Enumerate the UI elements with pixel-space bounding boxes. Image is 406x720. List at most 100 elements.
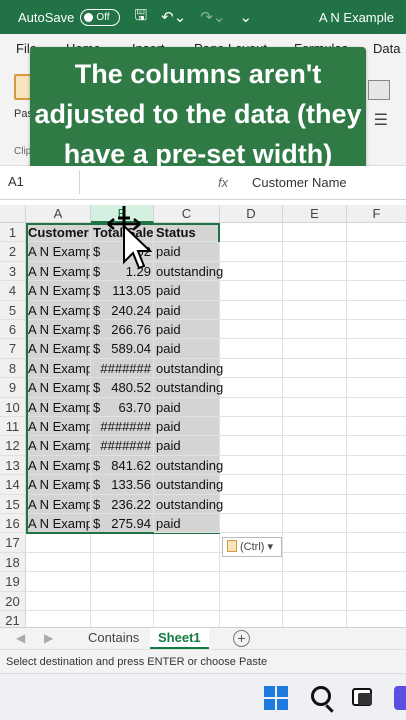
cell[interactable] [283, 514, 347, 534]
customize-icon[interactable]: ⌄ [239, 8, 252, 26]
add-sheet-button[interactable]: + [233, 630, 250, 647]
column-header-d[interactable]: D [220, 205, 283, 223]
task-view-icon[interactable] [352, 688, 372, 706]
row-header[interactable]: 9 [0, 378, 26, 398]
cell[interactable] [347, 339, 406, 359]
cell[interactable] [283, 572, 347, 592]
fx-icon[interactable]: fx [218, 175, 228, 190]
row-header[interactable]: 7 [0, 339, 26, 359]
cell[interactable] [347, 398, 406, 417]
status-cell[interactable]: outstanding [154, 358, 223, 379]
row-header[interactable]: 3 [0, 261, 26, 282]
cell[interactable] [347, 378, 406, 398]
total-sale-cell[interactable]: $113.05 [91, 281, 154, 301]
cell[interactable] [347, 281, 406, 301]
cell[interactable] [91, 552, 154, 573]
customer-cell[interactable]: A N Examp [26, 339, 91, 359]
cell[interactable] [283, 552, 347, 573]
next-sheet-icon[interactable]: ▶ [44, 631, 53, 645]
status-cell[interactable]: paid [154, 339, 220, 359]
row-header[interactable]: 5 [0, 300, 26, 320]
cell[interactable] [91, 572, 154, 592]
cell[interactable] [283, 320, 347, 340]
total-sale-cell[interactable]: $266.76 [91, 320, 154, 340]
row-header[interactable]: 4 [0, 281, 26, 301]
name-box[interactable]: A1 [0, 170, 80, 194]
row-header[interactable]: 2 [0, 242, 26, 262]
cell[interactable] [283, 378, 347, 398]
cell[interactable] [347, 436, 406, 456]
status-cell[interactable]: paid [154, 300, 220, 320]
customer-cell[interactable]: A N Examp [26, 320, 91, 340]
cell[interactable] [26, 533, 91, 553]
status-cell[interactable]: paid [154, 514, 220, 534]
cell[interactable] [220, 591, 283, 611]
header-cell[interactable]: Status [154, 223, 220, 243]
cell[interactable] [283, 417, 347, 437]
paste-options-button[interactable]: (Ctrl) ▾ [222, 537, 282, 557]
cell[interactable] [220, 378, 283, 398]
cell[interactable] [154, 572, 220, 592]
cell[interactable] [347, 514, 406, 534]
save-icon[interactable]: 🖫 [134, 5, 147, 30]
cell[interactable] [347, 359, 406, 379]
cell[interactable] [26, 572, 91, 592]
cell[interactable] [283, 494, 347, 514]
cell[interactable] [220, 436, 283, 456]
sheet-tab-sheet1[interactable]: Sheet1 [150, 628, 209, 649]
cell[interactable] [26, 552, 91, 573]
cell[interactable] [347, 456, 406, 476]
customer-cell[interactable]: A N Examp [26, 417, 91, 437]
cell[interactable] [347, 533, 406, 553]
status-cell[interactable]: paid [154, 397, 220, 417]
row-header[interactable]: 11 [0, 417, 26, 437]
customer-cell[interactable]: A N Examp [26, 475, 91, 495]
cell[interactable] [283, 533, 347, 553]
row-header[interactable]: 20 [0, 591, 26, 611]
cell[interactable] [220, 475, 283, 495]
status-cell[interactable]: outstanding [154, 475, 223, 495]
row-header[interactable]: 1 [0, 223, 26, 243]
status-cell[interactable]: outstanding [154, 494, 223, 514]
total-sale-cell[interactable]: $240.24 [91, 300, 154, 320]
cell[interactable] [283, 475, 347, 495]
cell[interactable] [220, 417, 283, 437]
row-header[interactable]: 13 [0, 455, 26, 476]
row-header[interactable]: 17 [0, 533, 26, 553]
cell[interactable] [283, 397, 347, 417]
cell[interactable] [283, 436, 347, 456]
total-sale-cell[interactable]: $841.62 [91, 455, 154, 476]
total-sale-cell[interactable]: $275.94 [91, 514, 154, 534]
status-cell[interactable]: paid [154, 242, 220, 262]
cell[interactable] [220, 300, 283, 320]
sheet-tab-contains[interactable]: Contains [80, 628, 147, 649]
status-cell[interactable]: outstanding [154, 455, 223, 476]
cell[interactable] [283, 300, 347, 320]
row-header[interactable]: 19 [0, 572, 26, 592]
status-cell[interactable]: outstanding [154, 378, 223, 398]
select-all-corner[interactable] [0, 205, 26, 223]
column-header-a[interactable]: A [26, 205, 91, 223]
total-sale-cell[interactable]: $63.70 [91, 397, 154, 417]
row-header[interactable]: 10 [0, 397, 26, 417]
cell[interactable] [91, 533, 154, 553]
cell[interactable] [154, 533, 220, 553]
cell[interactable] [91, 591, 154, 611]
cell[interactable] [220, 339, 283, 359]
row-header[interactable]: 6 [0, 320, 26, 340]
status-cell[interactable]: paid [154, 436, 220, 456]
customer-cell[interactable]: A N Examp [26, 455, 91, 476]
column-header-c[interactable]: C [154, 205, 220, 223]
cell[interactable] [220, 320, 283, 340]
total-sale-cell[interactable]: ####### [91, 436, 154, 456]
undo-icon[interactable]: ↶⌄ [161, 8, 186, 26]
cell[interactable] [347, 301, 406, 320]
cell[interactable] [347, 475, 406, 495]
cell[interactable] [347, 417, 406, 437]
autosave-toggle[interactable]: Off [80, 8, 121, 26]
row-header[interactable]: 12 [0, 436, 26, 456]
cell[interactable] [220, 397, 283, 417]
cell[interactable] [347, 223, 406, 243]
cell[interactable] [283, 261, 347, 282]
format-icon[interactable] [368, 80, 390, 100]
